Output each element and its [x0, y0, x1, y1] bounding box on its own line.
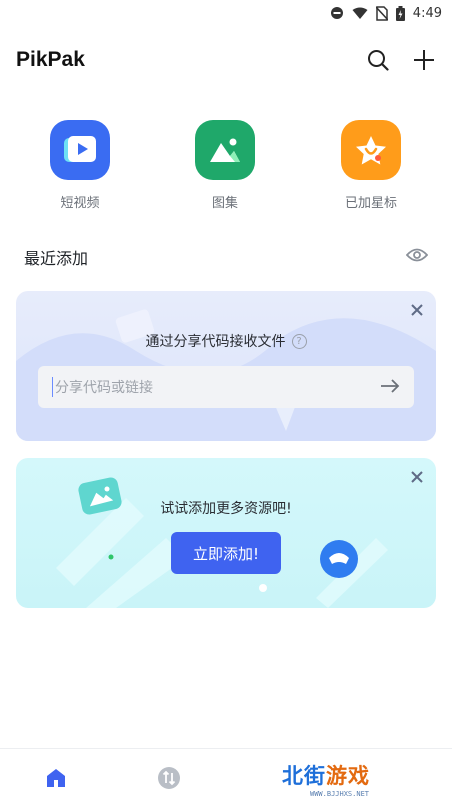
image-icon: [195, 120, 255, 180]
shortcut-label: 短视频: [60, 196, 100, 211]
arrow-right-icon[interactable]: [380, 378, 400, 397]
add-resources-card: 试试添加更多资源吧! 立即添加!: [16, 458, 436, 608]
shortcut-short-video[interactable]: 短视频: [30, 120, 130, 211]
battery-charging-icon: [395, 5, 405, 21]
shortcut-label: 图集: [211, 196, 238, 211]
add-now-button[interactable]: 立即添加!: [171, 532, 281, 574]
app-title: PikPak: [16, 48, 85, 71]
status-bar: 4:49: [0, 0, 452, 26]
star-icon: [341, 120, 401, 180]
watermark-logo: 北街游戏 WWW.BJJHXS.NET: [282, 760, 422, 802]
share-card-heading: 通过分享代码接收文件 ?: [16, 331, 436, 351]
dnd-icon: [330, 6, 344, 20]
search-icon[interactable]: [366, 48, 390, 72]
home-icon[interactable]: [44, 766, 68, 790]
transfer-icon[interactable]: [157, 766, 181, 790]
share-card-title: 通过分享代码接收文件: [145, 334, 286, 350]
shortcut-label: 已加星标: [344, 196, 397, 211]
share-code-input[interactable]: 分享代码或链接: [38, 366, 414, 408]
status-time: 4:49: [412, 5, 442, 21]
app-bar: PikPak: [0, 40, 452, 80]
add-icon[interactable]: [412, 48, 436, 72]
wifi-icon: [352, 7, 368, 20]
recent-header: 最近添加: [24, 244, 429, 270]
game-controller-icon: [318, 538, 360, 584]
watermark-part1: 北街: [282, 764, 326, 788]
add-resources-text: 试试添加更多资源吧!: [160, 501, 292, 517]
shortcut-gallery[interactable]: 图集: [175, 120, 275, 211]
share-code-card: 通过分享代码接收文件 ? 分享代码或链接: [16, 291, 436, 441]
watermark-part2: 游戏: [326, 764, 370, 788]
eye-icon[interactable]: [405, 247, 429, 267]
close-icon[interactable]: [408, 468, 426, 486]
help-icon[interactable]: ?: [291, 333, 307, 349]
close-icon[interactable]: [408, 301, 426, 319]
shortcut-starred[interactable]: 已加星标: [321, 120, 421, 211]
video-icon: [50, 120, 110, 180]
recent-title: 最近添加: [24, 249, 89, 268]
share-code-placeholder: 分享代码或链接: [52, 377, 153, 397]
watermark-url: WWW.BJJHXS.NET: [310, 790, 370, 798]
shortcut-row: 短视频 图集 已加星标: [0, 120, 452, 215]
no-sim-icon: [375, 5, 388, 21]
